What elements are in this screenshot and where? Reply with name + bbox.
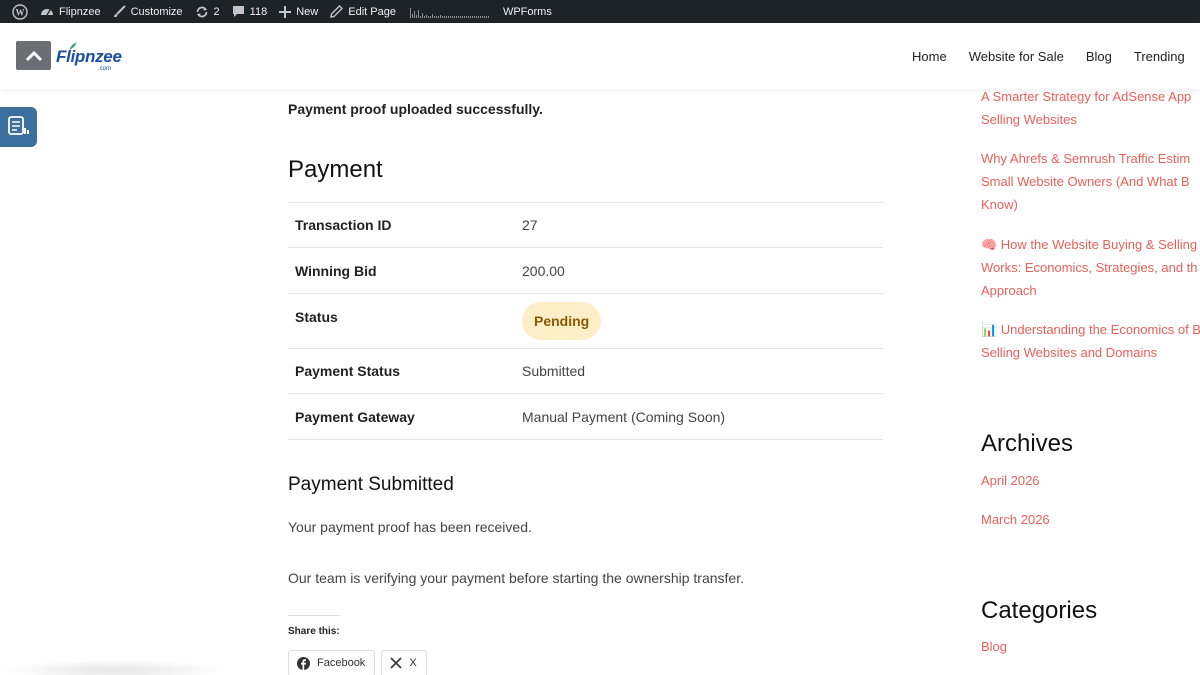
facebook-icon	[297, 656, 310, 670]
recent-post-link[interactable]: A Smarter Strategy for AdSense App Selli…	[981, 89, 1191, 131]
comment-icon	[232, 6, 244, 17]
share-facebook-button[interactable]: Facebook	[288, 650, 376, 675]
payment-details-table: Transaction ID 27 Winning Bid 200.00 Sta…	[288, 202, 883, 440]
new-label: New	[296, 5, 319, 18]
share-x-button[interactable]: X	[381, 650, 427, 675]
row-value: Manual Payment (Coming Soon)	[515, 393, 883, 440]
brush-icon	[113, 5, 126, 17]
table-row: Transaction ID 27	[288, 202, 883, 248]
edit-page-link[interactable]: Edit Page	[324, 0, 402, 23]
nav-item-trending[interactable]: Trending	[1134, 49, 1185, 64]
wpforms-link[interactable]: WPForms	[497, 0, 558, 23]
table-row: Payment Status Submitted	[288, 348, 883, 394]
stats-sparkline-icon[interactable]	[409, 6, 489, 18]
bottom-shadow	[0, 660, 230, 675]
nav-item-home[interactable]: Home	[912, 49, 947, 64]
row-value: 200.00	[515, 247, 883, 294]
payment-heading: Payment	[288, 156, 383, 183]
logo-sub: .com	[98, 66, 112, 72]
scroll-to-top-button[interactable]	[16, 41, 51, 70]
site-name-link[interactable]: Flipnzee	[34, 0, 107, 23]
status-badge: Pending	[522, 302, 602, 340]
table-row: Winning Bid 200.00	[288, 247, 883, 294]
category-link-blog[interactable]: Blog	[981, 639, 1007, 654]
share-divider	[288, 615, 340, 616]
new-content-link[interactable]: New	[273, 0, 324, 23]
svg-text:W: W	[16, 7, 25, 17]
share-label: Share this:	[288, 626, 340, 637]
received-message: Your payment proof has been received.	[288, 519, 532, 535]
share-x-label: X	[409, 657, 417, 669]
updates-icon	[196, 6, 207, 17]
comments-count: 118	[249, 5, 268, 18]
updates-count: 2	[213, 5, 220, 18]
edit-page-label: Edit Page	[348, 5, 396, 18]
share-buttons: Facebook X	[288, 650, 427, 675]
nav-item-blog[interactable]: Blog	[1086, 49, 1112, 64]
table-row: Status Pending	[288, 293, 883, 349]
payment-submitted-heading: Payment Submitted	[288, 474, 454, 495]
pencil-icon	[330, 5, 344, 18]
logo-text: Flipnzee	[56, 47, 122, 66]
site-header: Flipnzee .com Home Website for Sale Blog…	[0, 23, 1200, 89]
updates-link[interactable]: 2	[189, 0, 226, 23]
row-label: Payment Gateway	[288, 393, 515, 440]
row-value: Submitted	[515, 348, 883, 394]
plus-icon	[279, 5, 292, 18]
success-notice: Payment proof uploaded successfully.	[288, 101, 543, 117]
recent-post-link[interactable]: Why Ahrefs & Semrush Traffic Estim Small…	[981, 147, 1190, 216]
wordpress-logo-button[interactable]: W	[6, 0, 34, 23]
admin-bar: W Flipnzee Customize 2 118 New Edit Page…	[0, 0, 1200, 23]
main-nav: Home Website for Sale Blog Trending	[912, 23, 1185, 89]
verifying-message: Our team is verifying your payment befor…	[288, 570, 744, 586]
recent-post-link[interactable]: 🧠 How the Website Buying & Selling Works…	[981, 233, 1198, 302]
comments-link[interactable]: 118	[226, 0, 274, 23]
archives-heading: Archives	[981, 430, 1074, 457]
document-chat-icon	[7, 116, 29, 135]
archive-link-march-2026[interactable]: March 2026	[981, 512, 1050, 527]
categories-heading: Categories	[981, 597, 1098, 624]
row-label: Transaction ID	[288, 202, 515, 248]
side-feedback-widget[interactable]	[0, 107, 37, 147]
nav-item-website-for-sale[interactable]: Website for Sale	[969, 49, 1064, 64]
row-value: 27	[515, 202, 883, 248]
chevron-up-icon	[25, 50, 42, 61]
table-row: Payment Gateway Manual Payment (Coming S…	[288, 393, 883, 440]
customize-link[interactable]: Customize	[107, 0, 189, 23]
recent-post-link[interactable]: 📊 Understanding the Economics of B Selli…	[981, 318, 1200, 364]
row-label: Winning Bid	[288, 247, 515, 294]
share-facebook-label: Facebook	[317, 657, 366, 669]
archive-link-april-2026[interactable]: April 2026	[981, 473, 1040, 488]
row-label: Payment Status	[288, 348, 515, 394]
wpforms-label: WPForms	[502, 5, 552, 18]
customize-label: Customize	[130, 5, 183, 18]
site-name-label: Flipnzee	[59, 5, 101, 18]
dashboard-icon	[41, 8, 53, 15]
sidebar: A Smarter Strategy for AdSense App Selli…	[981, 89, 1200, 675]
row-label: Status	[288, 293, 515, 349]
wordpress-icon: W	[12, 3, 28, 20]
site-logo[interactable]: Flipnzee .com	[52, 39, 138, 75]
x-logo-icon	[390, 657, 402, 669]
